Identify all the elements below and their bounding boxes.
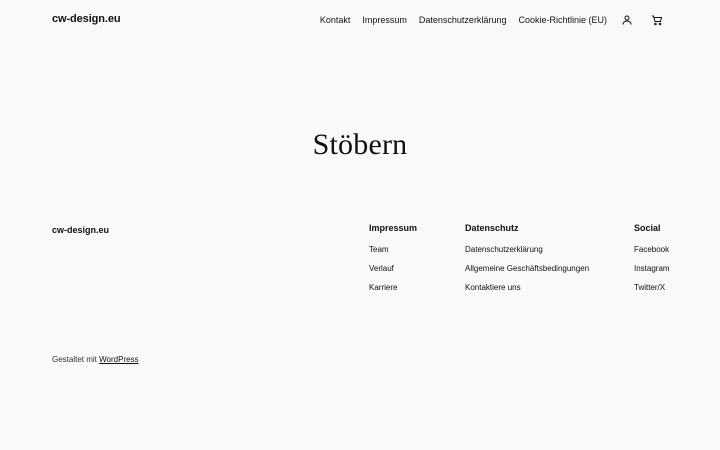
nav-item-kontakt[interactable]: Kontakt — [320, 15, 351, 25]
nav-item-datenschutzerklaerung[interactable]: Datenschutzerklärung — [419, 15, 507, 25]
credit-prefix: Gestaltet mit — [52, 355, 97, 364]
footer-link-datenschutzerklaerung[interactable]: Datenschutzerklärung — [465, 244, 589, 263]
footer-link-verlauf[interactable]: Verlauf — [369, 263, 417, 282]
footer-column-impressum: Impressum Team Verlauf Karriere — [369, 223, 417, 301]
footer-column-heading: Datenschutz — [465, 223, 519, 233]
footer-site-title[interactable]: cw-design.eu — [52, 225, 109, 235]
footer-column-heading: Social — [634, 223, 661, 233]
page-title: Stöbern — [312, 128, 408, 162]
nav-item-impressum[interactable]: Impressum — [362, 15, 407, 25]
nav-item-cookie-richtlinie[interactable]: Cookie-Richtlinie (EU) — [518, 15, 607, 25]
footer-link-agb[interactable]: Allgemeine Geschäftsbedingungen — [465, 263, 589, 282]
main-navigation: Kontakt Impressum Datenschutzerklärung C… — [320, 15, 607, 25]
footer-link-instagram[interactable]: Instagram — [634, 263, 670, 282]
footer-link-karriere[interactable]: Karriere — [369, 282, 417, 301]
footer-link-team[interactable]: Team — [369, 244, 417, 263]
footer-column-heading: Impressum — [369, 223, 418, 233]
cart-icon[interactable] — [651, 13, 663, 26]
wordpress-link[interactable]: WordPress — [99, 355, 138, 364]
footer-link-twitter-x[interactable]: Twitter/X — [634, 282, 670, 301]
site-title[interactable]: cw-design.eu — [52, 13, 121, 25]
footer-column-social: Social Facebook Instagram Twitter/X — [634, 223, 670, 301]
footer-column-datenschutz: Datenschutz Datenschutzerklärung Allgeme… — [465, 223, 589, 301]
footer-link-kontaktiere-uns[interactable]: Kontaktiere uns — [465, 282, 589, 301]
footer-link-facebook[interactable]: Facebook — [634, 244, 670, 263]
user-icon[interactable] — [621, 13, 633, 25]
site-header: cw-design.eu Kontakt Impressum Datenschu… — [0, 0, 720, 40]
footer-credit: Gestaltet mit WordPress — [52, 355, 139, 364]
